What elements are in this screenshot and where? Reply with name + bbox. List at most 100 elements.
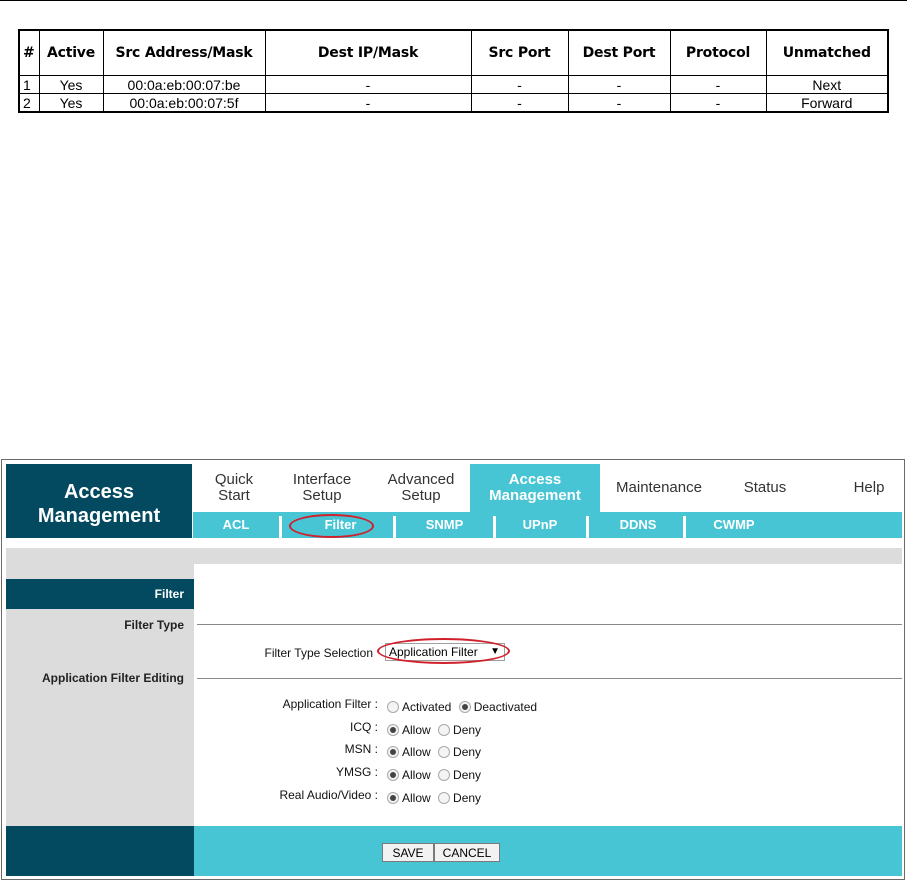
table-header-row: # Active Src Address/Mask Dest IP/Mask S…	[18, 29, 889, 76]
cell-dest-ip: -	[264, 75, 472, 94]
col-header-protocol: Protocol	[669, 29, 767, 76]
cell-unmatched: Next	[765, 75, 889, 94]
menu-advanced-setup-line1: Advanced	[387, 471, 455, 488]
real-audio-video-label: Real Audio/Video :	[279, 788, 378, 802]
sidebar-header: Filter	[6, 579, 194, 609]
cell-num: 1	[18, 75, 40, 94]
footer-bar	[194, 826, 902, 876]
msn-allow-radio[interactable]	[387, 745, 399, 758]
ymsg-allow-label: Allow	[402, 767, 431, 782]
submenu-divider	[279, 516, 282, 538]
app-filter-label: Application Filter :	[282, 697, 378, 711]
cell-src: 00:0a:eb:00:07:5f	[102, 93, 266, 113]
icq-deny-label: Deny	[453, 722, 482, 737]
menu-help[interactable]: Help	[837, 464, 901, 512]
table-row: 2 Yes 00:0a:eb:00:07:5f - - - - Forward	[18, 93, 889, 113]
filter-type-select[interactable]: Application Filter ▼	[385, 643, 505, 661]
real-audio-video-deny-radio[interactable]	[438, 791, 451, 804]
app-filter-radio-group: Activated Deactivated	[387, 699, 541, 714]
rule-table: # Active Src Address/Mask Dest IP/Mask S…	[18, 29, 889, 113]
submenu-ddns[interactable]: DDNS	[589, 512, 687, 538]
section-divider	[197, 678, 902, 679]
app-filter-activated-label: Activated	[402, 699, 452, 714]
icq-allow-radio[interactable]	[387, 723, 399, 736]
save-button[interactable]: SAVE	[382, 843, 434, 862]
msn-label: MSN :	[344, 742, 378, 756]
menu-quick-start-line2: Start	[218, 487, 250, 504]
table-row: 1 Yes 00:0a:eb:00:07:be - - - - Next	[18, 75, 889, 94]
dropdown-arrow-icon: ▼	[490, 646, 500, 657]
footer-left-block	[6, 826, 194, 876]
submenu-snmp[interactable]: SNMP	[396, 512, 493, 538]
top-rule	[0, 0, 907, 1]
submenu-cwmp[interactable]: CWMP	[686, 512, 782, 538]
cell-src-port: -	[470, 93, 569, 113]
menu-access-management-line2: Management	[489, 487, 581, 504]
app-filter-deactivated-label: Deactivated	[473, 699, 538, 714]
col-header-dest-ip: Dest IP/Mask	[264, 29, 472, 76]
cell-active: Yes	[38, 75, 104, 94]
sub-menu: ACL Filter SNMP UPnP DDNS CWMP	[193, 512, 902, 538]
app-filter-deactivated-radio[interactable]	[458, 700, 471, 713]
brand-line-2: Management	[37, 505, 161, 527]
menu-interface-setup[interactable]: Interface Setup	[275, 464, 369, 512]
router-admin-panel: Access Management Quick Start Interface Se…	[1, 459, 905, 880]
ymsg-deny-label: Deny	[453, 767, 482, 782]
col-header-dest-port: Dest Port	[567, 29, 671, 76]
cell-active: Yes	[38, 93, 104, 113]
cell-num: 2	[18, 93, 40, 113]
filter-type-select-value: Application Filter	[389, 645, 478, 659]
menu-advanced-setup-line2: Setup	[401, 487, 441, 504]
msn-deny-radio[interactable]	[438, 745, 451, 758]
cell-dest-port: -	[567, 93, 671, 113]
col-header-src-port: Src Port	[470, 29, 569, 76]
ymsg-allow-radio[interactable]	[387, 768, 399, 781]
menu-advanced-setup[interactable]: Advanced Setup	[369, 464, 473, 512]
menu-access-management[interactable]: Access Management	[470, 464, 600, 512]
section-divider	[197, 624, 902, 625]
real-audio-video-allow-radio[interactable]	[387, 791, 399, 804]
real-audio-video-deny-label: Deny	[453, 790, 482, 805]
menu-maintenance[interactable]: Maintenance	[605, 464, 713, 512]
col-header-src: Src Address/Mask	[102, 29, 266, 76]
icq-radio-group: Allow Deny	[387, 722, 485, 737]
icq-deny-radio[interactable]	[438, 723, 451, 736]
app-filter-activated-radio[interactable]	[387, 700, 399, 713]
col-header-num: #	[18, 29, 40, 76]
cell-protocol: -	[669, 93, 767, 113]
col-header-unmatched: Unmatched	[765, 29, 889, 76]
ymsg-radio-group: Allow Deny	[387, 767, 485, 782]
menu-quick-start[interactable]: Quick Start	[193, 464, 275, 512]
submenu-filter[interactable]: Filter	[288, 512, 393, 538]
icq-allow-label: Allow	[402, 722, 431, 737]
cell-unmatched: Forward	[765, 93, 889, 113]
menu-quick-start-line1: Quick	[214, 471, 254, 488]
brand-line-1: Access	[63, 481, 135, 503]
menu-status[interactable]: Status	[718, 464, 812, 512]
ymsg-deny-radio[interactable]	[438, 768, 451, 781]
cell-dest-ip: -	[264, 93, 472, 113]
menu-maintenance-label: Maintenance	[616, 479, 702, 496]
brand-title: Access Management	[6, 464, 192, 538]
msn-radio-group: Allow Deny	[387, 744, 485, 759]
icq-label: ICQ :	[349, 720, 378, 734]
main-menu: Quick Start Interface Setup Advanced Setup …	[193, 464, 902, 512]
cancel-button[interactable]: CANCEL	[434, 843, 500, 862]
cell-src: 00:0a:eb:00:07:be	[102, 75, 266, 94]
menu-status-label: Status	[743, 479, 787, 496]
section-label-app-filter-editing: Application Filter Editing	[42, 671, 184, 685]
msn-allow-label: Allow	[402, 744, 431, 759]
menu-help-label: Help	[853, 479, 885, 496]
menu-interface-setup-line1: Interface	[292, 471, 352, 488]
filter-type-selection-label: Filter Type Selection	[264, 646, 374, 660]
msn-deny-label: Deny	[453, 744, 482, 759]
real-audio-video-radio-group: Allow Deny	[387, 790, 485, 805]
cell-src-port: -	[470, 75, 569, 94]
menu-access-management-line1: Access	[508, 471, 562, 488]
content-top-strip	[6, 548, 902, 564]
ymsg-label: YMSG :	[335, 765, 378, 779]
real-audio-video-allow-label: Allow	[402, 790, 431, 805]
submenu-upnp[interactable]: UPnP	[496, 512, 584, 538]
submenu-acl[interactable]: ACL	[193, 512, 279, 538]
col-header-active: Active	[38, 29, 104, 76]
